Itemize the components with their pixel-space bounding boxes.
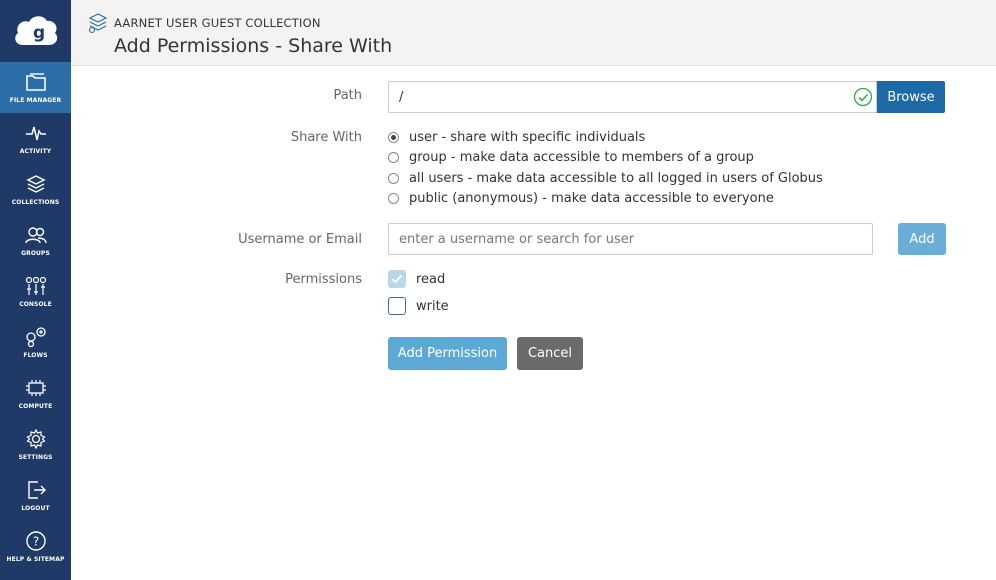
- sidebar-item-groups[interactable]: GROUPS: [0, 215, 71, 266]
- share-option-label: user - share with specific individuals: [409, 129, 646, 145]
- permission-label: read: [416, 271, 446, 287]
- sidebar-item-file-manager[interactable]: FILE MANAGER: [0, 62, 71, 113]
- path-input[interactable]: [388, 81, 850, 113]
- chip-icon: [23, 375, 49, 401]
- share-with-label: Share With: [290, 130, 362, 145]
- sidebar-item-label: HELP & SITEMAP: [6, 556, 65, 563]
- share-option-label: group - make data accessible to members …: [409, 149, 754, 165]
- radio-all-users[interactable]: [388, 172, 399, 184]
- people-icon: [23, 222, 49, 248]
- page-title: Add Permissions - Share With: [114, 35, 393, 57]
- sidebar: g FILE MANAGER ACTIVITY COLLECTIONS GROU…: [0, 0, 71, 580]
- globus-logo[interactable]: g: [0, 0, 71, 62]
- radio-group[interactable]: [388, 151, 399, 163]
- pulse-icon: [23, 120, 49, 146]
- share-option-public[interactable]: public (anonymous) - make data accessibl…: [388, 189, 774, 207]
- sidebar-item-collections[interactable]: COLLECTIONS: [0, 164, 71, 215]
- radio-user[interactable]: [388, 131, 399, 143]
- sidebar-item-label: SETTINGS: [18, 454, 53, 461]
- flows-icon: [23, 324, 49, 350]
- share-option-group[interactable]: group - make data accessible to members …: [388, 148, 754, 166]
- layers-icon: [23, 171, 49, 197]
- permission-label: write: [416, 298, 449, 314]
- logout-icon: [23, 477, 49, 503]
- sidebar-item-label: FLOWS: [23, 352, 48, 359]
- username-input[interactable]: [388, 223, 873, 255]
- share-option-label: public (anonymous) - make data accessibl…: [409, 190, 774, 206]
- page-header: AARNET USER GUEST COLLECTION Add Permiss…: [71, 0, 996, 66]
- radio-public[interactable]: [388, 192, 399, 204]
- sidebar-item-label: CONSOLE: [19, 301, 52, 308]
- add-permission-button[interactable]: Add Permission: [388, 337, 507, 370]
- sidebar-item-compute[interactable]: COMPUTE: [0, 368, 71, 419]
- sidebar-item-flows[interactable]: FLOWS: [0, 317, 71, 368]
- sidebar-item-logout[interactable]: LOGOUT: [0, 470, 71, 521]
- sidebar-item-label: FILE MANAGER: [9, 97, 62, 104]
- folder-icon: [23, 69, 49, 95]
- sidebar-item-console[interactable]: CONSOLE: [0, 266, 71, 317]
- path-label: Path: [333, 88, 362, 103]
- add-user-button[interactable]: Add: [898, 223, 946, 255]
- permissions-label: Permissions: [285, 272, 362, 287]
- sidebar-item-label: COLLECTIONS: [11, 199, 60, 206]
- gear-icon: [23, 426, 49, 452]
- collection-icon: [87, 12, 109, 34]
- read-checkbox[interactable]: [388, 270, 406, 288]
- svg-text:?: ?: [32, 535, 38, 549]
- permission-read[interactable]: read: [388, 270, 445, 288]
- share-option-user[interactable]: user - share with specific individuals: [388, 128, 645, 146]
- sidebar-item-label: COMPUTE: [18, 403, 53, 410]
- write-checkbox[interactable]: [388, 297, 406, 315]
- checkmark-icon: [391, 274, 403, 284]
- path-valid-indicator: [849, 81, 877, 113]
- globus-cloud-icon: g: [14, 16, 57, 45]
- cancel-button[interactable]: Cancel: [517, 337, 583, 370]
- sidebar-item-label: LOGOUT: [21, 505, 50, 512]
- check-circle-icon: [853, 87, 872, 107]
- help-icon: ?: [23, 528, 49, 554]
- collection-name[interactable]: AARNET USER GUEST COLLECTION: [114, 16, 321, 30]
- share-option-all-users[interactable]: all users - make data accessible to all …: [388, 169, 823, 187]
- browse-button[interactable]: Browse: [877, 81, 945, 113]
- sidebar-item-help[interactable]: ? HELP & SITEMAP: [0, 521, 71, 572]
- sidebar-item-activity[interactable]: ACTIVITY: [0, 113, 71, 164]
- sliders-icon: [23, 273, 49, 299]
- sidebar-item-settings[interactable]: SETTINGS: [0, 419, 71, 470]
- svg-text:g: g: [33, 23, 45, 43]
- permission-write[interactable]: write: [388, 297, 449, 315]
- sidebar-item-label: GROUPS: [21, 250, 50, 257]
- username-label: Username or Email: [238, 232, 362, 247]
- sidebar-item-label: ACTIVITY: [19, 148, 52, 155]
- share-option-label: all users - make data accessible to all …: [409, 170, 823, 186]
